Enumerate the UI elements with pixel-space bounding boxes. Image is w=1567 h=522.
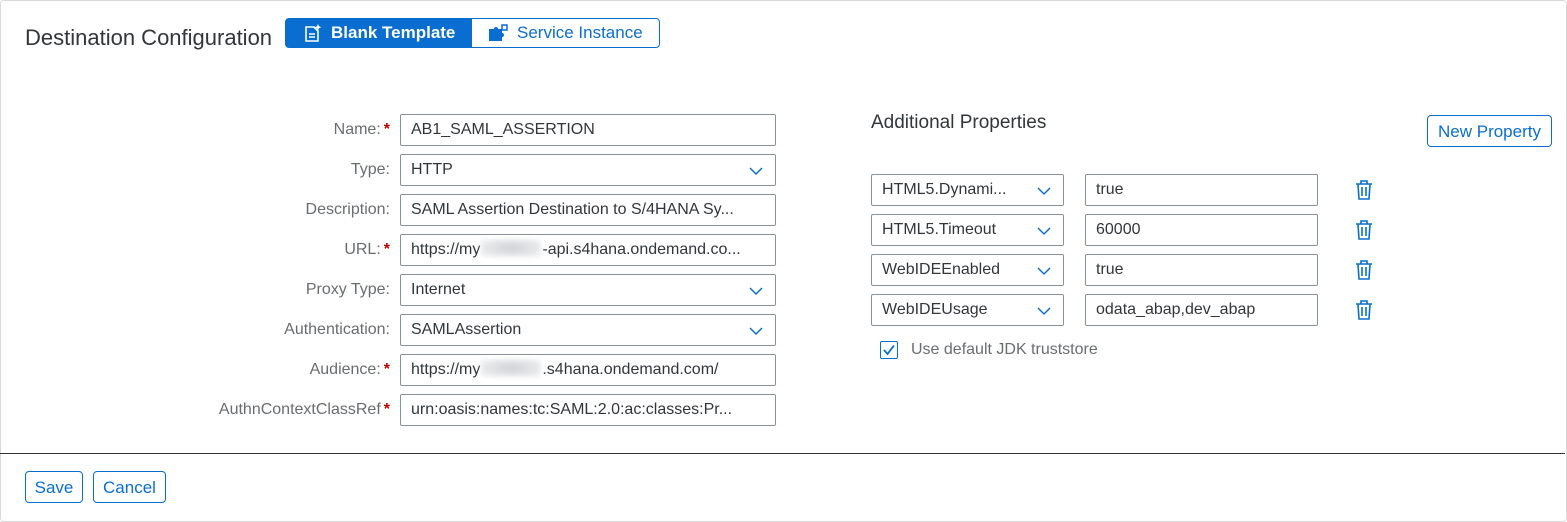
chevron-down-icon (1037, 307, 1051, 316)
chevron-down-icon (1037, 187, 1051, 196)
url-label: URL: * (150, 234, 390, 266)
property-key-select[interactable]: HTML5.Timeout (871, 214, 1064, 246)
audience-input[interactable]: https://my .s4hana.ondemand.com/ (400, 354, 776, 386)
authn-context-label: AuthnContextClassRef * (150, 394, 390, 426)
url-value-prefix: https://my (411, 241, 481, 258)
proxy-type-label: Proxy Type: (305, 281, 390, 298)
authentication-select[interactable]: SAMLAssertion (400, 314, 776, 346)
proxy-type-value: Internet (411, 281, 466, 298)
service-instance-label: Service Instance (517, 23, 643, 42)
name-label: Name: * (150, 114, 390, 146)
authentication-label: Authentication: (284, 321, 390, 338)
jdk-truststore-checkbox[interactable] (880, 341, 898, 359)
jdk-truststore-label: Use default JDK truststore (911, 341, 1098, 358)
chevron-down-icon (1037, 267, 1051, 276)
property-key-select[interactable]: HTML5.Dynami... (871, 174, 1064, 206)
name-input[interactable]: AB1_SAML_ASSERTION (400, 114, 776, 146)
property-value-input[interactable]: odata_abap,dev_abap (1085, 294, 1318, 326)
required-marker: * (383, 401, 390, 418)
audience-label-text: Audience: (309, 361, 381, 378)
type-value: HTTP (411, 161, 453, 178)
property-key-select[interactable]: WebIDEUsage (871, 294, 1064, 326)
type-label: Type: (350, 161, 390, 178)
required-marker: * (383, 241, 390, 258)
blank-template-button[interactable]: Blank Template (285, 18, 472, 48)
authentication-value: SAMLAssertion (411, 321, 522, 338)
chevron-down-icon (749, 287, 763, 296)
chevron-down-icon (1037, 227, 1051, 236)
cancel-button[interactable]: Cancel (93, 471, 166, 503)
service-instance-button[interactable]: Service Instance (471, 18, 660, 48)
audience-value-prefix: https://my (411, 361, 481, 378)
property-key-value: HTML5.Timeout (882, 221, 997, 238)
authn-context-input[interactable]: urn:oasis:names:tc:SAML:2.0:ac:classes:P… (400, 394, 776, 426)
delete-icon[interactable] (1354, 179, 1374, 201)
url-label-text: URL: (344, 241, 381, 258)
required-marker: * (383, 361, 390, 378)
property-value-input[interactable]: 60000 (1085, 214, 1318, 246)
property-key-value: HTML5.Dynami... (882, 181, 1007, 198)
footer-divider (0, 453, 1565, 454)
audience-label: Audience: * (150, 354, 390, 386)
additional-properties-title: Additional Properties (871, 112, 1047, 133)
chevron-down-icon (749, 167, 763, 176)
delete-icon[interactable] (1354, 259, 1374, 281)
checkmark-icon (883, 344, 895, 356)
service-instance-icon (489, 24, 508, 41)
new-property-button[interactable]: New Property (1427, 115, 1552, 147)
url-value-suffix: -api.s4hana.ondemand.co... (542, 241, 741, 258)
audience-value-suffix: .s4hana.ondemand.com/ (542, 361, 719, 378)
chevron-down-icon (749, 327, 763, 336)
redacted-blur (481, 239, 542, 257)
description-input[interactable]: SAML Assertion Destination to S/4HANA Sy… (400, 194, 776, 226)
blank-template-label: Blank Template (331, 23, 456, 42)
redacted-blur (481, 359, 542, 377)
page-title: Destination Configuration (25, 25, 273, 50)
url-input[interactable]: https://my -api.s4hana.ondemand.co... (400, 234, 776, 266)
description-label: Description: (305, 201, 390, 218)
property-value-input[interactable]: true (1085, 254, 1318, 286)
authn-context-label-text: AuthnContextClassRef (218, 401, 381, 418)
property-key-value: WebIDEUsage (882, 301, 988, 318)
save-button[interactable]: Save (25, 471, 83, 503)
property-key-select[interactable]: WebIDEEnabled (871, 254, 1064, 286)
property-key-value: WebIDEEnabled (882, 261, 1000, 278)
blank-template-icon (305, 24, 322, 42)
property-value-input[interactable]: true (1085, 174, 1318, 206)
name-label-text: Name: (333, 121, 381, 138)
required-marker: * (383, 121, 390, 138)
delete-icon[interactable] (1354, 299, 1374, 321)
proxy-type-select[interactable]: Internet (400, 274, 776, 306)
type-select[interactable]: HTTP (400, 154, 776, 186)
delete-icon[interactable] (1354, 219, 1374, 241)
